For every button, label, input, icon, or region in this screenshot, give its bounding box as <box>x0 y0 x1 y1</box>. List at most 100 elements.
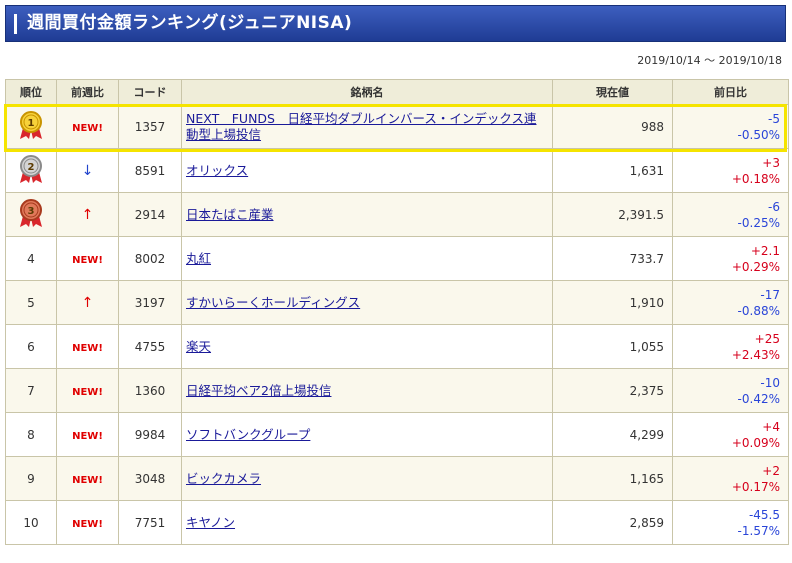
day-change-cell: +25 +2.43% <box>672 324 789 369</box>
code-cell: 9984 <box>118 412 182 457</box>
rank-number: 9 <box>27 471 35 486</box>
day-change-percent: -0.25% <box>737 215 780 230</box>
code-cell: 8002 <box>118 236 182 281</box>
rank-cell: 9 <box>5 456 57 501</box>
price-cell: 2,859 <box>552 500 673 545</box>
weekly-change-cell: NEW! <box>56 368 119 413</box>
table-header-row: 順位 前週比 コード 銘柄名 現在値 前日比 <box>5 79 789 105</box>
col-header-rank: 順位 <box>5 79 57 105</box>
stock-name-link[interactable]: すかいらーくホールディングス <box>186 295 360 310</box>
day-change-percent: -0.88% <box>737 303 780 318</box>
name-cell: キヤノン <box>181 500 553 545</box>
price-cell: 1,165 <box>552 456 673 501</box>
table-row: 10 NEW! 7751 キヤノン 2,859 -45.5 -1.57% <box>5 500 789 545</box>
silver-medal-icon: 2 <box>18 154 44 187</box>
ranking-table: 順位 前週比 コード 銘柄名 現在値 前日比 1 NEW! 1357 NEXT FUN… <box>5 79 789 545</box>
svg-text:1: 1 <box>28 118 35 129</box>
name-cell: ソフトバンクグループ <box>181 412 553 457</box>
rank-cell: 4 <box>5 236 57 281</box>
bronze-medal-icon: 3 <box>18 198 44 231</box>
stock-name-link[interactable]: ソフトバンクグループ <box>186 427 310 442</box>
rank-cell: 2 <box>5 148 57 193</box>
name-cell: NEXT FUNDS 日経平均ダブルインバース・インデックス連動型上場投信 <box>181 104 553 149</box>
price-cell: 4,299 <box>552 412 673 457</box>
table-row: 7 NEW! 1360 日経平均ベア2倍上場投信 2,375 -10 -0.42% <box>5 368 789 413</box>
svg-text:3: 3 <box>28 206 35 217</box>
arrow-up-icon: ↑ <box>81 206 94 223</box>
rank-cell: 7 <box>5 368 57 413</box>
day-change-value: -17 <box>760 287 780 302</box>
price-cell: 1,631 <box>552 148 673 193</box>
table-row: 1 NEW! 1357 NEXT FUNDS 日経平均ダブルインバース・インデックス連… <box>5 104 789 149</box>
price-cell: 1,910 <box>552 280 673 325</box>
day-change-percent: +0.18% <box>731 171 780 186</box>
col-header-weekly-change: 前週比 <box>56 79 119 105</box>
day-change-value: +2 <box>762 463 780 478</box>
stock-name-link[interactable]: NEXT FUNDS 日経平均ダブルインバース・インデックス連動型上場投信 <box>186 111 536 142</box>
name-cell: 日本たばこ産業 <box>181 192 553 237</box>
code-cell: 8591 <box>118 148 182 193</box>
name-cell: 楽天 <box>181 324 553 369</box>
weekly-change-cell: NEW! <box>56 456 119 501</box>
rank-cell: 8 <box>5 412 57 457</box>
day-change-value: +2.1 <box>750 243 780 258</box>
day-change-value: +3 <box>762 155 780 170</box>
ranking-header: 週間買付金額ランキング(ジュニアNISA) <box>5 5 786 42</box>
day-change-cell: +2.1 +0.29% <box>672 236 789 281</box>
weekly-change-cell: ↑ <box>56 192 119 237</box>
col-header-price: 現在値 <box>552 79 673 105</box>
table-row: 3 ↑ 2914 日本たばこ産業 2,391.5 -6 -0.25% <box>5 192 789 237</box>
rank-cell: 3 <box>5 192 57 237</box>
day-change-cell: -6 -0.25% <box>672 192 789 237</box>
stock-name-link[interactable]: 日本たばこ産業 <box>186 207 274 222</box>
price-cell: 733.7 <box>552 236 673 281</box>
rank-cell: 10 <box>5 500 57 545</box>
weekly-change-cell: NEW! <box>56 412 119 457</box>
col-header-code: コード <box>118 79 182 105</box>
price-cell: 988 <box>552 104 673 149</box>
stock-name-link[interactable]: オリックス <box>186 163 248 178</box>
name-cell: オリックス <box>181 148 553 193</box>
stock-name-link[interactable]: キヤノン <box>186 515 235 530</box>
day-change-value: -10 <box>760 375 780 390</box>
arrow-up-icon: ↑ <box>81 294 94 311</box>
stock-name-link[interactable]: 楽天 <box>186 339 211 354</box>
stock-name-link[interactable]: 日経平均ベア2倍上場投信 <box>186 383 331 398</box>
new-badge: NEW! <box>72 474 103 486</box>
day-change-value: -6 <box>768 199 780 214</box>
new-badge: NEW! <box>72 518 103 530</box>
name-cell: すかいらーくホールディングス <box>181 280 553 325</box>
name-cell: 丸紅 <box>181 236 553 281</box>
code-cell: 3197 <box>118 280 182 325</box>
col-header-name: 銘柄名 <box>181 79 553 105</box>
day-change-cell: -17 -0.88% <box>672 280 789 325</box>
name-cell: 日経平均ベア2倍上場投信 <box>181 368 553 413</box>
table-row: 6 NEW! 4755 楽天 1,055 +25 +2.43% <box>5 324 789 369</box>
price-cell: 1,055 <box>552 324 673 369</box>
rank-number: 6 <box>27 339 35 354</box>
stock-name-link[interactable]: 丸紅 <box>186 251 211 266</box>
rank-number: 8 <box>27 427 35 442</box>
gold-medal-icon: 1 <box>18 110 44 143</box>
day-change-cell: +2 +0.17% <box>672 456 789 501</box>
weekly-change-cell: NEW! <box>56 500 119 545</box>
day-change-percent: +0.17% <box>731 479 780 494</box>
day-change-cell: -10 -0.42% <box>672 368 789 413</box>
day-change-value: -45.5 <box>748 507 780 522</box>
day-change-cell: -5 -0.50% <box>672 104 789 149</box>
code-cell: 4755 <box>118 324 182 369</box>
rank-cell: 1 <box>5 104 57 149</box>
rank-number: 7 <box>27 383 35 398</box>
header-accent-bar <box>14 14 17 34</box>
new-badge: NEW! <box>72 342 103 354</box>
weekly-change-cell: NEW! <box>56 104 119 149</box>
stock-name-link[interactable]: ビックカメラ <box>186 471 261 486</box>
weekly-change-cell: ↓ <box>56 148 119 193</box>
day-change-percent: +0.09% <box>731 435 780 450</box>
arrow-down-icon: ↓ <box>81 162 94 179</box>
code-cell: 3048 <box>118 456 182 501</box>
code-cell: 1357 <box>118 104 182 149</box>
day-change-value: +25 <box>754 331 780 346</box>
day-change-cell: +4 +0.09% <box>672 412 789 457</box>
day-change-cell: -45.5 -1.57% <box>672 500 789 545</box>
